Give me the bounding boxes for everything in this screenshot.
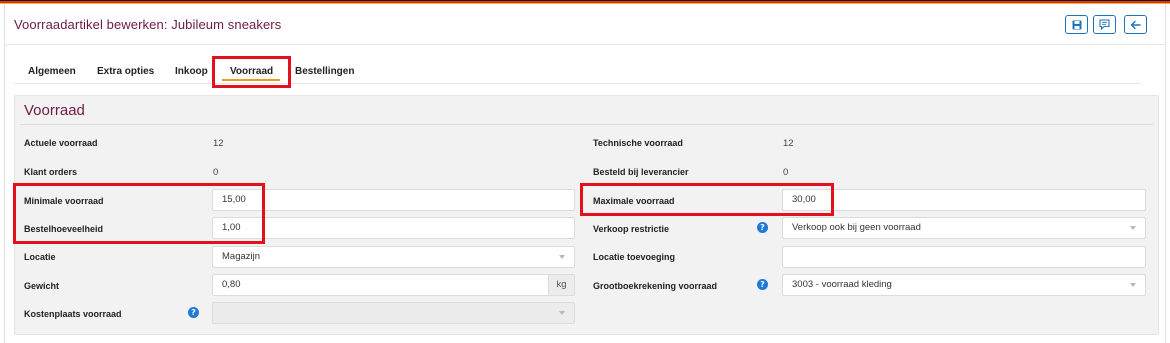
grootboekrekening-select[interactable]: 3003 - voorraad kleding [782,274,1146,296]
section-title: Voorraad [24,102,85,119]
chevron-down-icon [1130,283,1136,287]
comment-icon [1099,19,1110,30]
locatie-toevoeging-label: Locatie toevoeging [593,252,676,262]
besteld-bij-leverancier-value: 0 [783,167,789,178]
locatie-label: Locatie [24,252,56,262]
tabs-divider [14,83,1141,84]
locatie-toevoeging-input[interactable] [782,246,1146,268]
klant-orders-label: Klant orders [24,167,78,177]
section-divider [20,124,1153,125]
grootboekrekening-label: Grootboekrekening voorraad [593,281,718,291]
chevron-down-icon [559,311,565,315]
chevron-down-icon [1130,226,1136,230]
tab-extra-opties[interactable]: Extra opties [97,66,154,77]
kostenplaats-select [212,302,575,324]
help-icon[interactable]: ? [757,279,768,290]
bestelhoeveelheid-input[interactable]: 1,00 [212,217,575,239]
header-divider [4,44,1166,45]
arrow-left-icon [1130,20,1141,29]
verkoop-restrictie-select[interactable]: Verkoop ook bij geen voorraad [782,217,1146,239]
besteld-bij-leverancier-label: Besteld bij leverancier [593,167,689,177]
minimale-voorraad-input[interactable]: 15,00 [212,189,575,211]
kostenplaats-label: Kostenplaats voorraad [24,309,122,319]
back-button[interactable] [1124,15,1147,34]
locatie-select-value: Magazijn [222,251,261,262]
highlight-box-min-voorraad [13,183,265,244]
save-icon [1072,20,1081,29]
help-icon[interactable]: ? [188,307,199,318]
actuele-voorraad-value: 12 [213,138,224,149]
technische-voorraad-value: 12 [783,138,794,149]
tab-inkoop[interactable]: Inkoop [175,66,208,77]
gewicht-input[interactable]: 0,80 [212,274,549,296]
verkoop-restrictie-select-value: Verkoop ook bij geen voorraad [792,222,921,233]
maximale-voorraad-input[interactable]: 30,00 [782,189,1146,211]
tab-bestellingen[interactable]: Bestellingen [295,66,354,77]
grootboekrekening-select-value: 3003 - voorraad kleding [792,279,892,290]
save-button[interactable] [1065,15,1088,34]
comment-button[interactable] [1093,15,1116,34]
highlight-box-voorraad-tab [212,56,291,88]
page-title: Voorraadartikel bewerken: Jubileum sneak… [14,17,282,32]
locatie-select[interactable]: Magazijn [212,246,575,268]
chevron-down-icon [559,255,565,259]
actuele-voorraad-label: Actuele voorraad [24,138,98,148]
gewicht-label: Gewicht [24,281,60,291]
technische-voorraad-label: Technische voorraad [593,138,683,148]
help-icon[interactable]: ? [757,222,768,233]
verkoop-restrictie-label: Verkoop restrictie [593,224,670,234]
klant-orders-value: 0 [213,167,219,178]
highlight-box-max-voorraad [580,183,834,216]
gewicht-unit: kg [548,274,575,296]
tab-algemeen[interactable]: Algemeen [28,66,76,77]
